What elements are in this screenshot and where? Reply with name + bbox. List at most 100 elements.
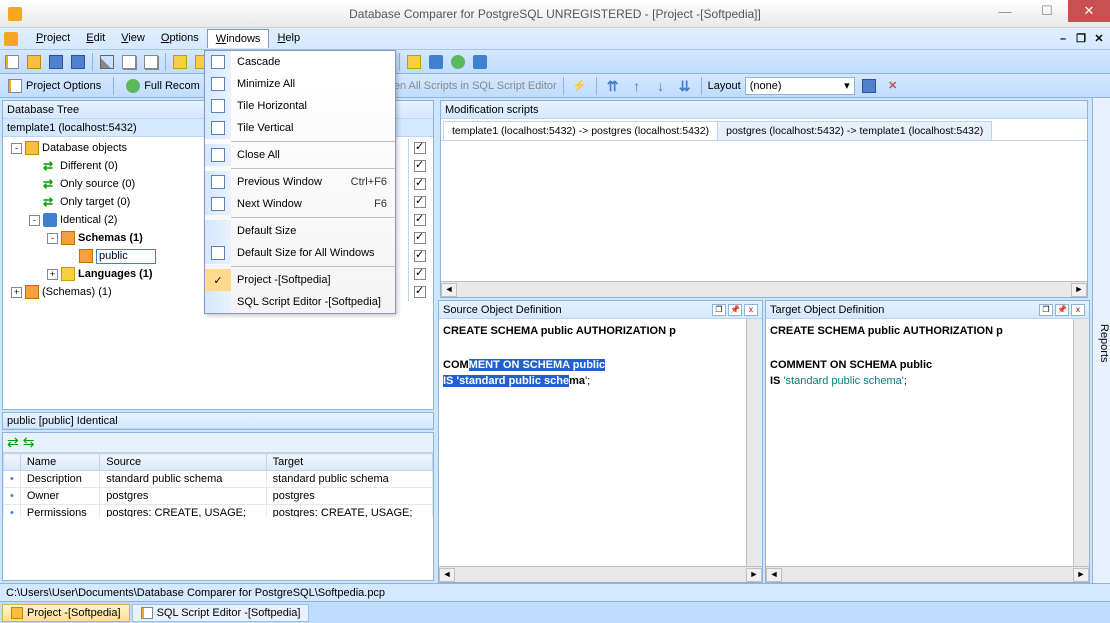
close-button[interactable]: ✕ [1068,0,1110,22]
src-pin-button[interactable]: 📌 [728,304,742,316]
menubar-icon [4,32,18,46]
tgt-pin-button[interactable]: 📌 [1055,304,1069,316]
src-scroll-right[interactable]: ► [746,568,762,582]
menu-view[interactable]: View [113,29,153,48]
maximize-button[interactable]: ☐ [1026,0,1068,22]
src-close-button[interactable]: x [744,304,758,316]
run-button[interactable]: ⚡ [570,76,590,96]
misc4-button[interactable] [470,52,490,72]
tree-checkbox[interactable] [414,142,426,154]
src-vscroll[interactable] [746,319,762,566]
status-path: C:\Users\User\Documents\Database Compare… [6,587,385,599]
table-row[interactable]: •Descriptionstandard public schemastanda… [4,471,433,488]
wizard-button[interactable] [170,52,190,72]
src-scroll-left[interactable]: ◄ [439,568,455,582]
misc3-button[interactable] [448,52,468,72]
menu-item-default-size[interactable]: Default Size [205,220,395,242]
menu-item-project-softpedia-[interactable]: ✓Project -[Softpedia] [205,269,395,291]
mdi-minimize-button[interactable]: – [1056,32,1070,46]
tree-edit-input[interactable] [96,249,156,264]
full-recompare-button[interactable]: Full Recom [120,77,206,95]
tgt-scroll-left[interactable]: ◄ [766,568,782,582]
delete-layout-button[interactable]: ✕ [883,76,903,96]
tgt-close-button[interactable]: x [1071,304,1085,316]
menu-item-sql-script-editor-softpedia-[interactable]: SQL Script Editor -[Softpedia] [205,291,395,313]
menu-edit[interactable]: Edit [78,29,113,48]
tree-checkbox[interactable] [414,232,426,244]
tree-checkbox[interactable] [414,250,426,262]
tree-checkbox[interactable] [414,160,426,172]
app-icon [8,7,22,21]
down-button[interactable]: ↓ [651,76,671,96]
modification-scripts-panel: Modification scripts template1 (localhos… [440,100,1088,298]
new-button[interactable] [2,52,22,72]
tree-root: template1 (localhost:5432) [7,122,137,134]
target-code[interactable]: CREATE SCHEMA public AUTHORIZATION p COM… [766,319,1073,566]
tree-toggle[interactable]: + [11,287,22,298]
down-all-button[interactable]: ⇊ [675,76,695,96]
open-button[interactable] [24,52,44,72]
properties-table: NameSourceTarget •Descriptionstandard pu… [3,453,433,517]
save-layout-button[interactable] [859,76,879,96]
paste-button[interactable] [141,52,161,72]
tree-checkbox[interactable] [414,178,426,190]
misc2-button[interactable] [426,52,446,72]
misc1-button[interactable] [404,52,424,72]
tree-checkbox[interactable] [414,214,426,226]
grid-header[interactable]: Name [20,454,99,471]
table-row[interactable]: •Ownerpostgrespostgres [4,488,433,505]
up-all-button[interactable]: ⇈ [603,76,623,96]
src-restore-button[interactable]: ❐ [712,304,726,316]
grid-header[interactable]: Target [266,454,432,471]
reports-tab[interactable]: Reports [1092,98,1110,583]
cut-button[interactable] [97,52,117,72]
scroll-right-button[interactable]: ► [1071,283,1087,297]
menu-item-close-all[interactable]: Close All [205,144,395,166]
grid-header[interactable]: Source [100,454,266,471]
grid-sync-icon[interactable]: ⇄ [7,434,19,451]
minimize-button[interactable]: — [984,0,1026,22]
window-tab-sql[interactable]: SQL Script Editor -[Softpedia] [132,604,310,622]
project-options-button[interactable]: Project Options [2,77,107,95]
menu-item-minimize-all[interactable]: Minimize All [205,73,395,95]
window-tab-project[interactable]: Project -[Softpedia] [2,604,130,622]
tree-checkbox[interactable] [414,286,426,298]
copy-button[interactable] [119,52,139,72]
up-button[interactable]: ↑ [627,76,647,96]
saveas-button[interactable] [68,52,88,72]
source-code[interactable]: CREATE SCHEMA public AUTHORIZATION p COM… [439,319,746,566]
tree-toggle[interactable]: + [47,269,58,280]
tgt-restore-button[interactable]: ❐ [1039,304,1053,316]
menu-item-tile-horizontal[interactable]: Tile Horizontal [205,95,395,117]
mod-tab-0[interactable]: template1 (localhost:5432) -> postgres (… [443,121,718,140]
tree-toggle[interactable]: - [11,143,22,154]
scroll-left-button[interactable]: ◄ [441,283,457,297]
tree-toggle[interactable]: - [29,215,40,226]
windows-menu-dropdown: CascadeMinimize AllTile HorizontalTile V… [204,50,396,314]
menu-project[interactable]: Project [28,29,78,48]
target-definition-panel: Target Object Definition ❐ 📌 x CREATE SC… [765,300,1090,583]
grid-exchange-icon[interactable]: ⇆ [23,434,35,451]
mdi-restore-button[interactable]: ❐ [1074,32,1088,46]
save-button[interactable] [46,52,66,72]
tgt-def-header: Target Object Definition [770,304,884,316]
tree-checkbox[interactable] [414,268,426,280]
tgt-scroll-right[interactable]: ► [1073,568,1089,582]
table-row[interactable]: •Permissionspostgres: CREATE, USAGE;post… [4,505,433,518]
diff-icon: ⇄ [43,159,57,173]
tree-toggle[interactable]: - [47,233,58,244]
mod-tab-1[interactable]: postgres (localhost:5432) -> template1 (… [717,121,992,140]
layout-combo[interactable]: (none)▾ [745,77,855,95]
tree-checkbox[interactable] [414,196,426,208]
tgt-vscroll[interactable] [1073,319,1089,566]
menu-item-previous-window[interactable]: Previous WindowCtrl+F6 [205,171,395,193]
menu-options[interactable]: Options [153,29,207,48]
menu-item-cascade[interactable]: Cascade [205,51,395,73]
menu-windows[interactable]: Windows [207,29,270,48]
menu-item-default-size-for-all-windows[interactable]: Default Size for All Windows [205,242,395,264]
mod-header: Modification scripts [445,104,539,116]
menu-help[interactable]: Help [269,29,308,48]
menu-item-tile-vertical[interactable]: Tile Vertical [205,117,395,139]
mdi-close-button[interactable]: ✕ [1092,32,1106,46]
menu-item-next-window[interactable]: Next WindowF6 [205,193,395,215]
